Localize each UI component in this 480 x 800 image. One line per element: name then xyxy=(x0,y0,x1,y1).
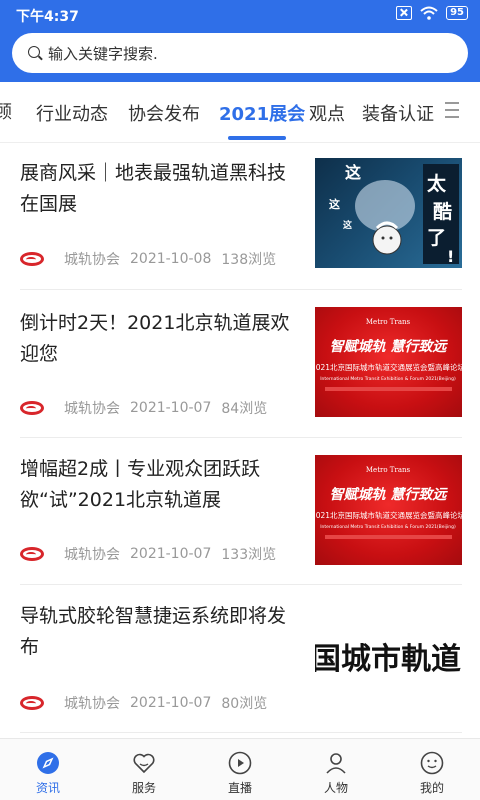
expo-poster-image: Metro Trans 智赋城轨 慧行致远 2021北京国际城市轨道交通展览会暨… xyxy=(315,318,462,391)
calligraphy-image: 国城市軌道 xyxy=(315,642,461,677)
no-sim-icon xyxy=(396,6,413,20)
article-thumbnail[interactable]: 国城市軌道 xyxy=(315,603,462,713)
article-title[interactable]: 倒计时2天！2021北京轨道展欢迎您 xyxy=(20,308,300,370)
svg-text:智赋城轨 慧行致远: 智赋城轨 慧行致远 xyxy=(330,338,449,355)
play-icon xyxy=(228,751,252,775)
article-title[interactable]: 展商风采｜地表最强轨道黑科技在国展 xyxy=(20,158,300,220)
nav-service[interactable]: 服务 xyxy=(96,739,192,800)
article-date: 2021-10-07 xyxy=(130,695,212,711)
nav-label: 我的 xyxy=(419,781,444,795)
nav-label: 服务 xyxy=(131,781,156,795)
svg-text:国城市軌道: 国城市軌道 xyxy=(315,642,461,677)
divider xyxy=(20,732,462,733)
svg-text:太: 太 xyxy=(427,172,447,195)
svg-text:了: 了 xyxy=(427,227,446,249)
tab-equipment-certification[interactable]: 装备认证 xyxy=(362,100,434,126)
svg-text:International Metro Transit Ex: International Metro Transit Exhibition &… xyxy=(320,524,456,530)
nav-mine[interactable]: 我的 xyxy=(384,739,480,800)
cartoon-thumbnail-image: 这 这 这 太 酷 了 ! xyxy=(329,163,459,266)
nav-live[interactable]: 直播 xyxy=(192,739,288,800)
status-time: 下午4:37 xyxy=(16,9,79,25)
person-icon xyxy=(326,753,346,774)
tab-2021-expo[interactable]: 2021展会 xyxy=(219,100,305,126)
tab-industry-news[interactable]: 行业动态 xyxy=(36,100,108,126)
article-meta: 城轨协会 2021-10-07 80浏览 xyxy=(20,693,267,713)
heart-icon xyxy=(133,753,155,774)
article-date: 2021-10-07 xyxy=(130,400,212,416)
article-title[interactable]: 导轨式胶轮智慧捷运系统即将发布 xyxy=(20,601,300,663)
status-bar: 下午4:37 95 xyxy=(0,0,480,30)
smiley-icon xyxy=(420,751,444,775)
svg-text:2021北京国际城市轨道交通展览会暨高峰论坛: 2021北京国际城市轨道交通展览会暨高峰论坛 xyxy=(315,510,462,520)
tab-association-release[interactable]: 协会发布 xyxy=(128,100,200,126)
search-icon xyxy=(28,46,40,58)
article-thumbnail[interactable]: Metro Trans 智赋城轨 慧行致远 2021北京国际城市轨道交通展览会暨… xyxy=(315,455,462,565)
association-logo-icon xyxy=(20,401,44,415)
article-meta: 城轨协会 2021-10-07 133浏览 xyxy=(20,544,276,564)
association-logo-icon xyxy=(20,547,44,561)
divider xyxy=(0,142,480,143)
article-meta: 城轨协会 2021-10-07 84浏览 xyxy=(20,398,267,418)
article-source: 城轨协会 xyxy=(64,401,120,417)
bottom-navigation: 资讯 服务 直播 人物 我的 xyxy=(0,738,480,800)
expo-poster-image: Metro Trans 智赋城轨 慧行致远 2021北京国际城市轨道交通展览会暨… xyxy=(315,466,462,539)
news-compass-icon xyxy=(37,752,59,774)
article-thumbnail[interactable]: 这 这 这 太 酷 了 ! xyxy=(315,158,462,268)
svg-text:2021北京国际城市轨道交通展览会暨高峰论坛: 2021北京国际城市轨道交通展览会暨高峰论坛 xyxy=(315,362,462,372)
article-title[interactable]: 增幅超2成丨专业观众团跃跃欲“试”2021北京轨道展 xyxy=(20,454,300,516)
article-date: 2021-10-08 xyxy=(130,251,212,267)
svg-text:这: 这 xyxy=(343,219,352,231)
nav-label: 资讯 xyxy=(35,781,60,795)
article-meta: 城轨协会 2021-10-08 138浏览 xyxy=(20,249,276,269)
divider xyxy=(20,584,462,585)
svg-text:酷: 酷 xyxy=(433,200,452,223)
nav-label: 直播 xyxy=(227,781,252,795)
app-header: 下午4:37 95 输入关键字搜索. xyxy=(0,0,480,82)
divider xyxy=(20,289,462,290)
svg-text:顾: 顾 xyxy=(0,102,12,122)
article-source: 城轨协会 xyxy=(64,547,120,563)
article-source: 城轨协会 xyxy=(64,252,120,268)
nav-label: 人物 xyxy=(323,781,348,795)
association-logo-icon xyxy=(20,696,44,710)
partial-tab-icon: 顾 xyxy=(0,102,12,122)
search-input[interactable]: 输入关键字搜索. xyxy=(48,43,158,64)
association-logo-icon xyxy=(20,252,44,266)
svg-text:International Metro Transit Ex: International Metro Transit Exhibition &… xyxy=(320,376,456,382)
wifi-icon xyxy=(420,6,438,20)
status-icons: 95 xyxy=(396,6,468,20)
article-views: 84浏览 xyxy=(221,401,268,417)
svg-text:这: 这 xyxy=(329,197,340,211)
battery-icon: 95 xyxy=(446,6,468,20)
search-bar[interactable]: 输入关键字搜索. xyxy=(12,33,468,73)
article-thumbnail[interactable]: Metro Trans 智赋城轨 慧行致远 2021北京国际城市轨道交通展览会暨… xyxy=(315,307,462,417)
svg-text:这: 这 xyxy=(345,163,361,182)
category-tabs: 顾 行业动态 协会发布 2021展会 观点 装备认证 xyxy=(0,82,480,142)
nav-news[interactable]: 资讯 xyxy=(0,739,96,800)
article-source: 城轨协会 xyxy=(64,696,120,712)
svg-text:!: ! xyxy=(447,247,454,266)
active-tab-indicator xyxy=(228,136,286,140)
tab-opinion[interactable]: 观点 xyxy=(309,100,345,126)
svg-text:Metro Trans: Metro Trans xyxy=(366,466,411,474)
svg-text:Metro Trans: Metro Trans xyxy=(366,318,411,326)
nav-people[interactable]: 人物 xyxy=(288,739,384,800)
divider xyxy=(20,437,462,438)
article-views: 138浏览 xyxy=(221,252,277,268)
article-date: 2021-10-07 xyxy=(130,546,212,562)
menu-icon[interactable] xyxy=(445,102,459,118)
article-views: 80浏览 xyxy=(221,696,268,712)
article-views: 133浏览 xyxy=(221,547,277,563)
svg-text:智赋城轨 慧行致远: 智赋城轨 慧行致远 xyxy=(330,486,449,503)
